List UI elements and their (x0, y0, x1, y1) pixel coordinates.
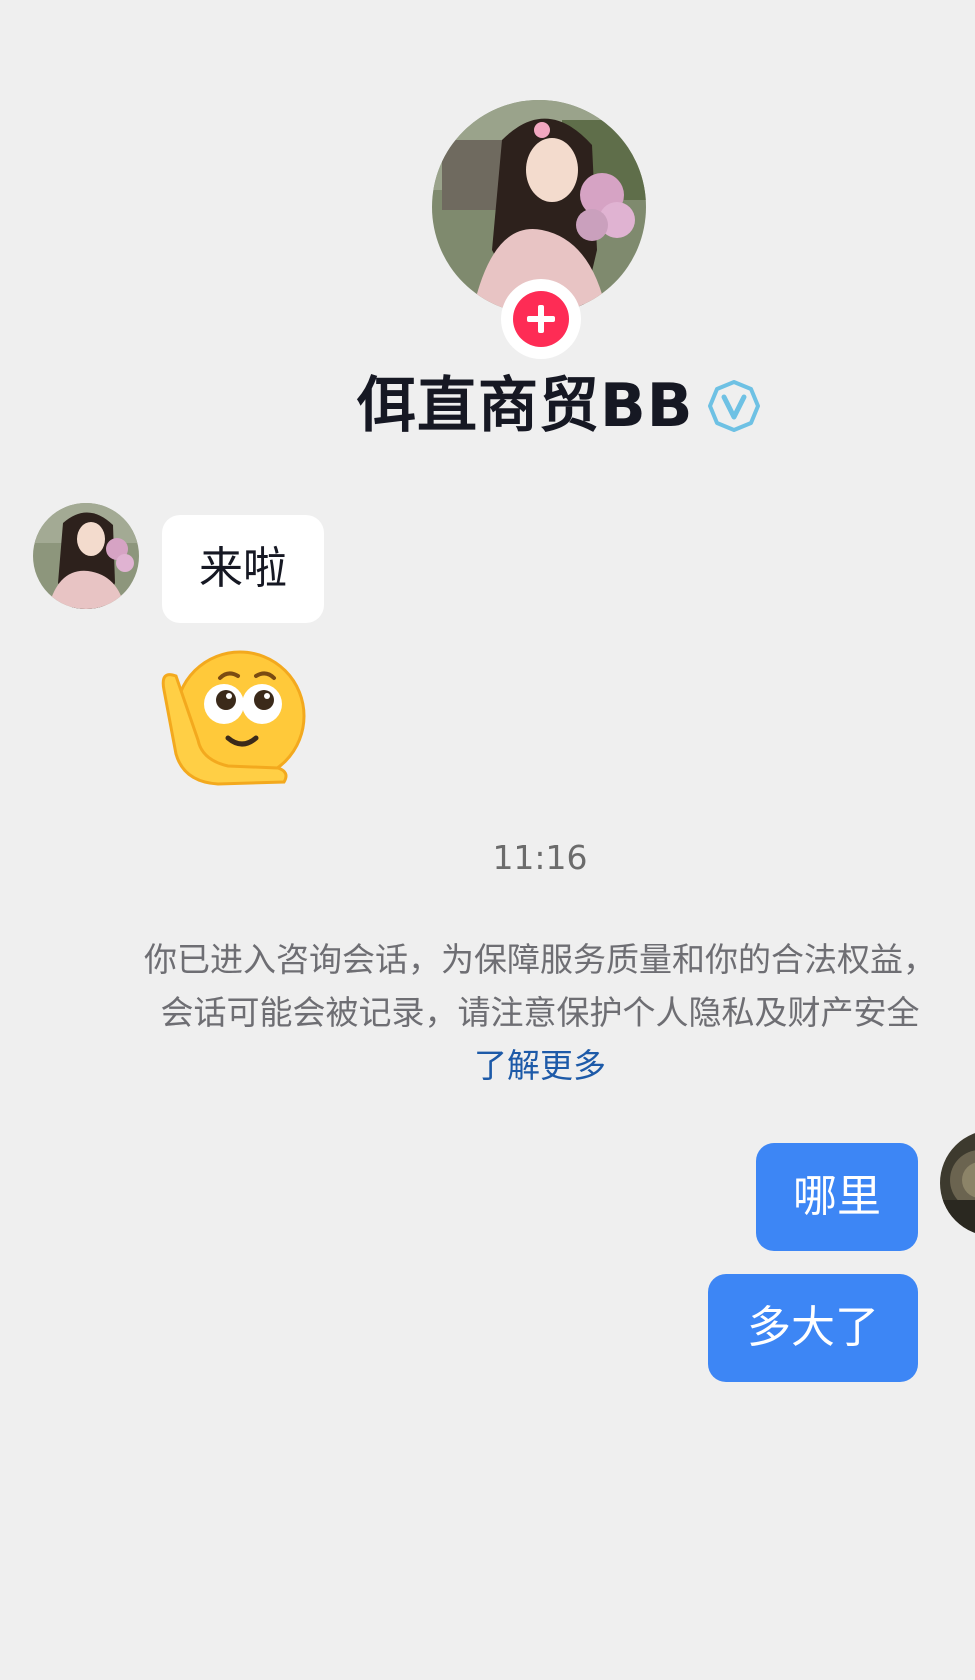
message-timestamp: 11:16 (492, 838, 588, 877)
self-avatar-photo (940, 1130, 975, 1236)
outgoing-message-bubble[interactable]: 哪里 (756, 1143, 918, 1251)
peer-avatar-photo (33, 503, 139, 609)
hand-on-cheek-thinking-emoji[interactable] (158, 650, 310, 786)
consultation-notice: 你已进入咨询会话，为保障服务质量和你的合法权益，会话可能会被记录，请注意保护个人… (140, 933, 940, 1092)
plus-icon (513, 291, 569, 347)
learn-more-link[interactable]: 了解更多 (474, 1046, 606, 1085)
incoming-message-bubble[interactable]: 来啦 (162, 515, 324, 623)
self-avatar[interactable] (940, 1130, 975, 1236)
verified-v-badge-icon (708, 380, 761, 432)
profile-name-row: 佴直商贸BB (356, 370, 761, 442)
profile-name: 佴直商贸BB (356, 371, 694, 441)
peer-avatar[interactable] (33, 503, 139, 609)
outgoing-message-bubble[interactable]: 多大了 (708, 1274, 918, 1382)
follow-button[interactable] (501, 279, 581, 359)
chat-screen: 佴直商贸BB 来啦 11:16 你已进入咨询会话，为保障服务质量和你的合法权益，… (0, 0, 975, 1680)
notice-text: 你已进入咨询会话，为保障服务质量和你的合法权益，会话可能会被记录，请注意保护个人… (144, 940, 936, 1032)
